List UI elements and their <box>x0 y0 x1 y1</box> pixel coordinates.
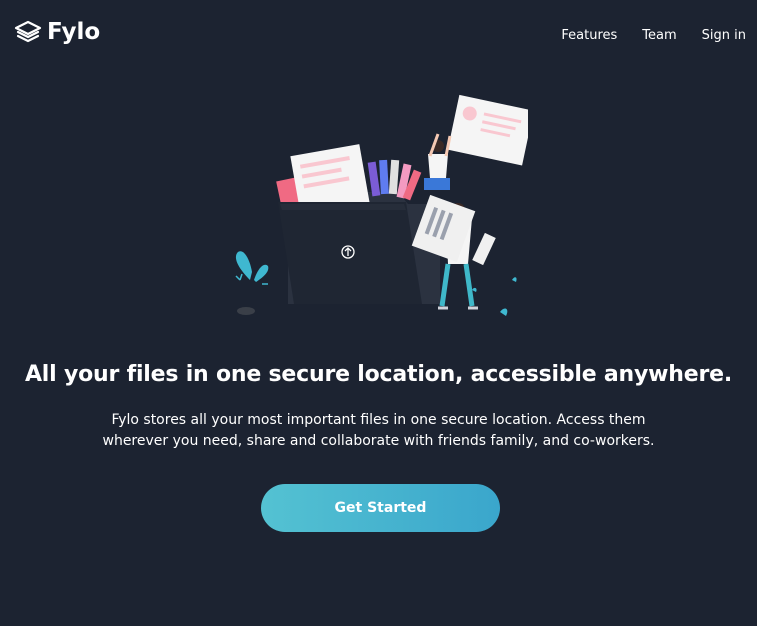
hero-headline: All your files in one secure location, a… <box>24 362 732 387</box>
nav-link-sign-in[interactable]: Sign in <box>702 28 746 43</box>
brand-logo[interactable]: Fylo <box>14 20 100 44</box>
main-nav: Features Team Sign in <box>561 28 746 43</box>
brand-name: Fylo <box>47 18 101 45</box>
nav-link-features[interactable]: Features <box>561 28 617 43</box>
top-bar: Fylo Features Team Sign in <box>0 0 757 70</box>
plant-icon <box>235 251 269 315</box>
nav-link-team[interactable]: Team <box>642 28 676 43</box>
hero-description: Fylo stores all your most important file… <box>102 412 655 449</box>
person-top <box>424 94 534 190</box>
files-folder-illustration <box>228 94 534 320</box>
layers-icon <box>14 20 42 44</box>
get-started-button[interactable]: Get Started <box>261 484 500 532</box>
